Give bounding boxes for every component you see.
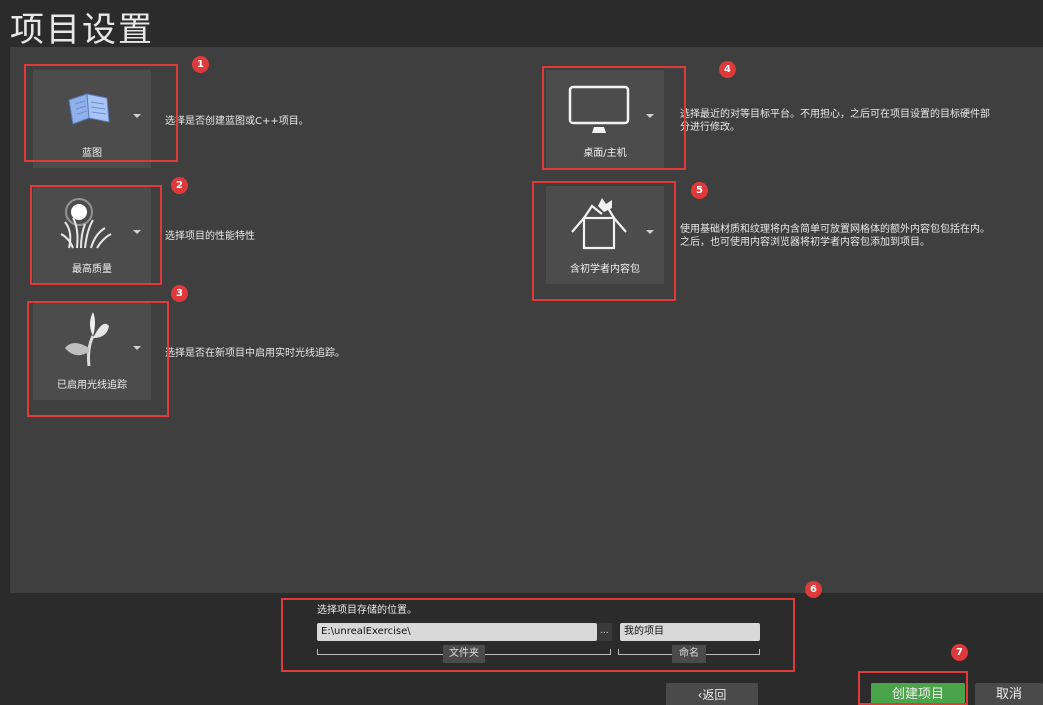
platform-description-line: 选择最近的对等目标平台。不用担心，之后可在项目设置的目标硬件部 — [680, 109, 990, 120]
cancel-button[interactable]: 取消 — [975, 683, 1043, 705]
open-box-icon — [571, 198, 627, 250]
annotation-badge: 1 — [192, 56, 209, 73]
blueprint-option-button[interactable]: 蓝图 — [33, 70, 151, 168]
location-label: 选择项目存储的位置。 — [317, 605, 417, 616]
create-project-button[interactable]: 创建项目 — [871, 683, 965, 705]
grass-sun-icon — [60, 198, 112, 249]
blueprint-option-description: 选择是否创建蓝图或C++项目。 — [165, 116, 309, 127]
name-caption: 命名 — [672, 645, 706, 663]
quality-option-button[interactable]: 最高质量 — [33, 186, 151, 284]
annotation-badge: 2 — [171, 177, 188, 194]
raytracing-option-description: 选择是否在新项目中启用实时光线追踪。 — [165, 348, 345, 359]
browse-folder-button[interactable]: ... — [597, 623, 612, 641]
chevron-down-icon — [133, 230, 141, 234]
blueprint-book-icon — [68, 93, 110, 125]
chevron-down-icon — [646, 114, 654, 118]
raytracing-option-label: 已启用光线追踪 — [57, 380, 127, 391]
platform-option-description: 选择最近的对等目标平台。不用担心，之后可在项目设置的目标硬件部 分进行修改。 — [680, 108, 990, 134]
quality-option-description: 选择项目的性能特性 — [165, 231, 255, 242]
annotation-badge: 6 — [805, 581, 822, 598]
monitor-icon — [568, 85, 630, 133]
folder-caption: 文件夹 — [443, 645, 485, 663]
plant-sprout-icon — [65, 312, 109, 367]
starter-content-option-button[interactable]: 含初学者内容包 — [546, 186, 664, 284]
annotation-badge: 3 — [171, 285, 188, 302]
platform-option-label: 桌面/主机 — [583, 148, 627, 159]
platform-option-button[interactable]: 桌面/主机 — [546, 70, 664, 168]
quality-option-label: 最高质量 — [72, 264, 112, 275]
blueprint-option-label: 蓝图 — [82, 148, 102, 159]
annotation-badge: 5 — [691, 182, 708, 199]
project-name-input[interactable]: 我的项目 — [620, 623, 760, 641]
folder-path-input[interactable]: E:\unrealExercise\ — [317, 623, 597, 641]
annotation-badge: 4 — [719, 61, 736, 78]
starter-description-line: 使用基础材质和纹理将内含简单可放置网格体的额外内容包包括在内。 — [680, 224, 990, 235]
chevron-down-icon — [133, 346, 141, 350]
annotation-badge: 7 — [951, 644, 968, 661]
raytracing-option-button[interactable]: 已启用光线追踪 — [33, 302, 151, 400]
starter-description-line: 之后，也可使用内容浏览器将初学者内容包添加到项目。 — [680, 237, 930, 248]
starter-content-option-label: 含初学者内容包 — [570, 264, 640, 275]
back-button[interactable]: ‹返回 — [666, 683, 758, 705]
platform-description-line: 分进行修改。 — [680, 122, 740, 133]
chevron-down-icon — [646, 230, 654, 234]
chevron-down-icon — [133, 114, 141, 118]
starter-content-description: 使用基础材质和纹理将内含简单可放置网格体的额外内容包包括在内。 之后，也可使用内… — [680, 223, 990, 249]
page-title: 项目设置 — [10, 10, 154, 50]
